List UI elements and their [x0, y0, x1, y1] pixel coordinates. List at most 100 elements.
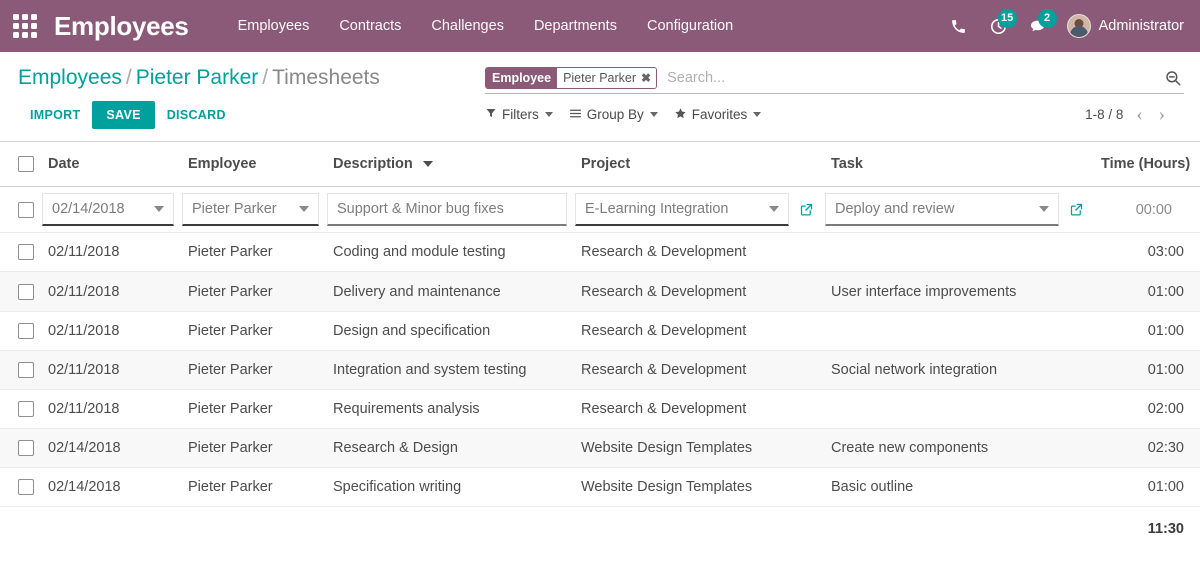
main-menu: Employees Contracts Challenges Departmen… — [223, 18, 749, 34]
star-icon — [674, 107, 687, 123]
table-row[interactable]: 02/14/2018 Pieter Parker Research & Desi… — [0, 429, 1200, 468]
external-link-icon[interactable] — [1065, 199, 1087, 221]
cell-date-edit[interactable]: 02/14/2018 — [38, 187, 178, 233]
search-minus-icon[interactable] — [1162, 67, 1184, 89]
table-total-row: 11:30 — [0, 507, 1200, 549]
cell-description: Coding and module testing — [323, 233, 571, 272]
total-spacer-date — [38, 507, 178, 549]
time-field-value: 00:00 — [1095, 202, 1184, 218]
chevron-down-icon[interactable] — [154, 206, 164, 212]
row-select-cell — [0, 389, 38, 428]
cell-project: Research & Development — [571, 350, 821, 389]
cell-description-edit[interactable]: Support & Minor bug fixes — [323, 187, 571, 233]
row-checkbox[interactable] — [18, 401, 34, 417]
column-header-task[interactable]: Task — [821, 142, 1091, 187]
cell-project: Research & Development — [571, 311, 821, 350]
cell-employee-edit[interactable]: Pieter Parker — [178, 187, 323, 233]
user-name-label: Administrator — [1099, 18, 1184, 34]
cell-project-edit[interactable]: E-Learning Integration — [571, 187, 821, 233]
column-header-description[interactable]: Description — [323, 142, 571, 187]
group-by-dropdown[interactable]: Group By — [569, 107, 658, 123]
select-all-checkbox[interactable] — [18, 156, 34, 172]
control-panel: Employees/Pieter Parker/Timesheets IMPOR… — [0, 52, 1200, 142]
row-checkbox[interactable] — [18, 362, 34, 378]
total-spacer-desc — [323, 507, 571, 549]
task-field[interactable]: Deploy and review — [825, 193, 1059, 226]
table-row[interactable]: 02/11/2018 Pieter Parker Design and spec… — [0, 311, 1200, 350]
favorites-dropdown[interactable]: Favorites — [674, 107, 762, 123]
cell-employee: Pieter Parker — [178, 311, 323, 350]
row-checkbox[interactable] — [18, 284, 34, 300]
row-checkbox[interactable] — [18, 440, 34, 456]
row-checkbox[interactable] — [18, 202, 34, 218]
user-avatar — [1067, 14, 1091, 38]
search-input[interactable] — [663, 70, 1162, 86]
filters-label: Filters — [502, 107, 539, 122]
menu-item-departments[interactable]: Departments — [519, 18, 632, 34]
group-by-label: Group By — [587, 107, 644, 122]
table-header: Date Employee Description Project Task T… — [0, 142, 1200, 187]
breadcrumb-separator-1: / — [126, 66, 132, 89]
description-field[interactable]: Support & Minor bug fixes — [327, 193, 567, 226]
project-field[interactable]: E-Learning Integration — [575, 193, 789, 226]
action-buttons: IMPORT SAVE DISCARD — [18, 101, 485, 141]
table-row[interactable]: 02/11/2018 Pieter Parker Requirements an… — [0, 389, 1200, 428]
chevron-down-icon[interactable] — [299, 206, 309, 212]
column-header-time-label: Time (Hours) — [1101, 156, 1190, 172]
date-field[interactable]: 02/14/2018 — [42, 193, 174, 226]
phone-icon[interactable] — [939, 6, 979, 46]
chevron-right-icon[interactable]: › — [1156, 105, 1168, 124]
apps-grid-icon[interactable] — [12, 13, 38, 39]
column-header-time[interactable]: Time (Hours) — [1091, 142, 1200, 187]
cell-task-edit[interactable]: Deploy and review — [821, 187, 1091, 233]
total-spacer-emp — [178, 507, 323, 549]
menu-item-configuration[interactable]: Configuration — [632, 18, 748, 34]
table-row[interactable]: 02/11/2018 Pieter Parker Coding and modu… — [0, 233, 1200, 272]
breadcrumb-item-employees[interactable]: Employees — [18, 66, 122, 89]
menu-item-employees[interactable]: Employees — [223, 18, 325, 34]
cell-employee: Pieter Parker — [178, 468, 323, 507]
chevron-left-icon[interactable]: ‹ — [1133, 105, 1145, 124]
chevron-down-icon[interactable] — [1039, 206, 1049, 212]
chevron-down-icon[interactable] — [769, 206, 779, 212]
column-header-date[interactable]: Date — [38, 142, 178, 187]
import-button[interactable]: IMPORT — [18, 101, 92, 129]
column-header-employee-label: Employee — [188, 156, 257, 172]
column-header-employee[interactable]: Employee — [178, 142, 323, 187]
table-row[interactable]: 02/11/2018 Pieter Parker Delivery and ma… — [0, 272, 1200, 311]
messages-count-badge: 2 — [1038, 9, 1057, 28]
row-checkbox[interactable] — [18, 323, 34, 339]
top-navbar: Employees Employees Contracts Challenges… — [0, 0, 1200, 52]
filters-dropdown[interactable]: Filters — [485, 107, 553, 122]
activity-clock-icon[interactable]: 15 — [979, 6, 1019, 46]
column-header-project[interactable]: Project — [571, 142, 821, 187]
table-row[interactable]: 02/11/2018 Pieter Parker Integration and… — [0, 350, 1200, 389]
external-link-icon[interactable] — [795, 199, 817, 221]
breadcrumb: Employees/Pieter Parker/Timesheets — [18, 66, 485, 89]
cell-task — [821, 233, 1091, 272]
breadcrumb-item-pieter-parker[interactable]: Pieter Parker — [136, 66, 259, 89]
menu-item-challenges[interactable]: Challenges — [416, 18, 519, 34]
search-facet-employee[interactable]: Employee Pieter Parker ✖ — [485, 67, 657, 89]
row-checkbox[interactable] — [18, 244, 34, 260]
menu-item-contracts[interactable]: Contracts — [324, 18, 416, 34]
employee-field[interactable]: Pieter Parker — [182, 193, 319, 226]
user-menu[interactable]: Administrator — [1067, 14, 1184, 38]
cell-time: 01:00 — [1091, 272, 1200, 311]
table-header-row: Date Employee Description Project Task T… — [0, 142, 1200, 187]
table-row[interactable]: 02/14/2018 Pieter Parker Specification w… — [0, 468, 1200, 507]
discard-button[interactable]: DISCARD — [155, 101, 238, 129]
table-row-editing[interactable]: 02/14/2018 Pieter Parker Support & Minor… — [0, 187, 1200, 233]
cell-description: Integration and system testing — [323, 350, 571, 389]
cell-time-edit[interactable]: 00:00 — [1091, 187, 1200, 233]
app-brand-title[interactable]: Employees — [54, 11, 189, 42]
cell-project: Website Design Templates — [571, 468, 821, 507]
close-icon[interactable]: ✖ — [641, 71, 651, 85]
row-checkbox[interactable] — [18, 479, 34, 495]
cell-date: 02/11/2018 — [38, 350, 178, 389]
save-button[interactable]: SAVE — [92, 101, 154, 129]
filter-menus: Filters Group By — [485, 107, 761, 123]
search-view: Employee Pieter Parker ✖ — [485, 66, 1184, 94]
messages-chat-icon[interactable]: 2 — [1019, 6, 1059, 46]
cell-project: Research & Development — [571, 389, 821, 428]
